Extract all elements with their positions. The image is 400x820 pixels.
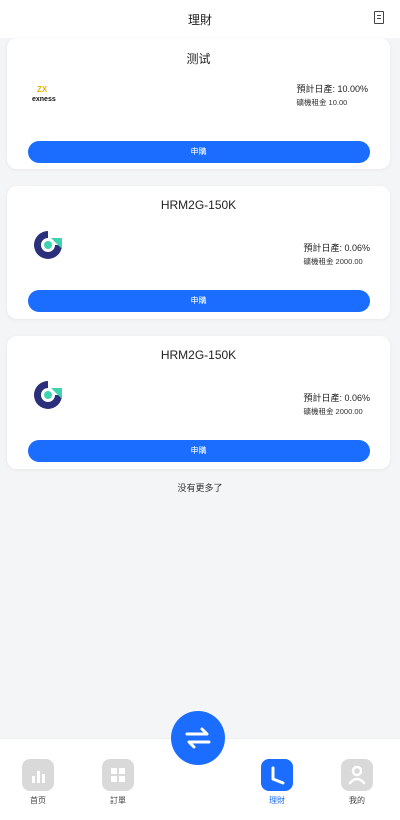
tab-label: 首页 [30,796,46,805]
chart-icon [22,759,54,791]
swap-arrows-icon [185,727,211,749]
exness-logo: ZX exness [31,83,71,110]
tab-orders[interactable]: 訂單 [98,759,138,806]
top-bar: 理財 [0,0,400,38]
tab-label: 訂單 [110,796,126,805]
bottom-tab-bar: 首页 訂單 理財 我的 [0,711,400,820]
tab-finance[interactable]: 理財 [257,759,297,806]
min-amount: 礦機租金 10.00 [296,98,348,107]
product-list: 测试 ZX exness 預計日產: 10.00% 礦機租金 10.00 申購 … [0,38,400,494]
daily-rate: 預計日產: 10.00% [296,84,368,94]
min-amount: 礦機租金 2000.00 [303,407,363,416]
document-icon[interactable] [374,11,384,24]
daily-rate: 預計日產: 0.06% [303,393,370,403]
subscribe-button[interactable]: 申購 [27,440,370,462]
daily-rate: 預計日產: 0.06% [303,243,370,253]
min-amount: 礦機租金 2000.00 [303,257,363,266]
subscribe-button[interactable]: 申購 [27,141,370,163]
tab-label: 我的 [349,796,365,805]
product-name: HRM2G-150K [160,198,237,212]
product-logo-icon [31,378,65,417]
logo-wordmark: exness [32,96,56,103]
clock-icon [261,759,293,791]
grid-icon [102,759,134,791]
product-card: 测试 ZX exness 預計日產: 10.00% 礦機租金 10.00 申購 [7,38,390,169]
product-name: HRM2G-150K [160,348,237,362]
product-card: HRM2G-150K 預計日產: 0.06% 礦機租金 2000.00 申購 [7,336,390,469]
swap-button[interactable] [171,711,225,765]
page-title: 理財 [187,12,212,27]
tab-label: 理財 [269,796,285,805]
product-logo-icon [31,228,65,267]
subscribe-button[interactable]: 申購 [27,290,370,312]
tab-home[interactable]: 首页 [18,759,58,806]
svg-text:ZX: ZX [37,85,48,94]
tab-mine[interactable]: 我的 [337,759,377,806]
user-icon [341,759,373,791]
product-card: HRM2G-150K 預計日產: 0.06% 礦機租金 2000.00 申購 [7,186,390,319]
no-more-text: 没有更多了 [177,483,223,493]
product-name: 测试 [186,52,211,66]
